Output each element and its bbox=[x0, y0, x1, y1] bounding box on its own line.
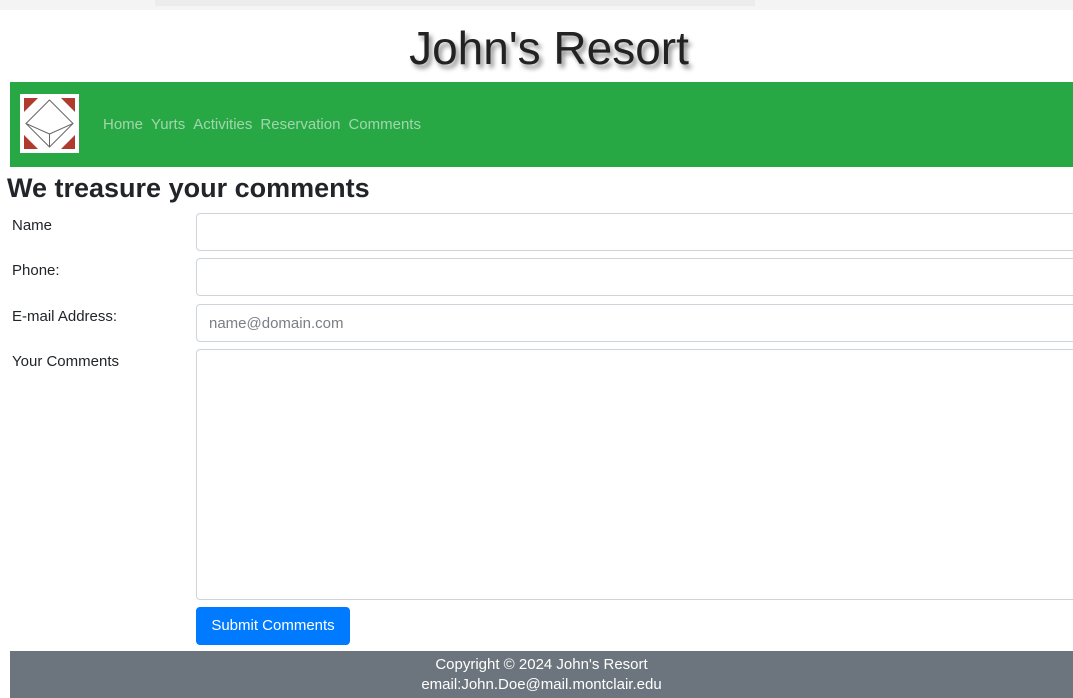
browser-top-strip bbox=[0, 0, 1073, 10]
cube-logo-icon[interactable] bbox=[20, 94, 79, 153]
name-input[interactable] bbox=[196, 213, 1073, 251]
nav-links: Home Yurts Activities Reservation Commen… bbox=[103, 116, 429, 134]
footer-email: email:John.Doe@mail.montclair.edu bbox=[421, 676, 662, 693]
comments-label: Your Comments bbox=[12, 353, 119, 370]
browser-top-strip-inner bbox=[155, 0, 755, 6]
page-heading: We treasure your comments bbox=[7, 173, 370, 203]
navbar: Home Yurts Activities Reservation Commen… bbox=[10, 82, 1073, 167]
phone-label: Phone: bbox=[12, 262, 60, 279]
submit-comments-button[interactable]: Submit Comments bbox=[196, 607, 350, 645]
footer: Copyright © 2024 John's Resort email:Joh… bbox=[10, 651, 1073, 698]
nav-link-home[interactable]: Home bbox=[103, 116, 143, 134]
footer-copyright: Copyright © 2024 John's Resort bbox=[435, 656, 648, 673]
site-title: John's Resort bbox=[409, 22, 689, 74]
nav-link-yurts[interactable]: Yurts bbox=[151, 116, 185, 134]
email-label: E-mail Address: bbox=[12, 308, 118, 325]
name-label: Name bbox=[12, 217, 53, 234]
nav-link-reservation[interactable]: Reservation bbox=[260, 116, 340, 134]
comments-textarea[interactable] bbox=[196, 349, 1073, 600]
nav-link-comments[interactable]: Comments bbox=[348, 116, 421, 134]
nav-link-activities[interactable]: Activities bbox=[193, 116, 252, 134]
phone-input[interactable] bbox=[196, 258, 1073, 296]
email-input[interactable] bbox=[196, 304, 1073, 342]
